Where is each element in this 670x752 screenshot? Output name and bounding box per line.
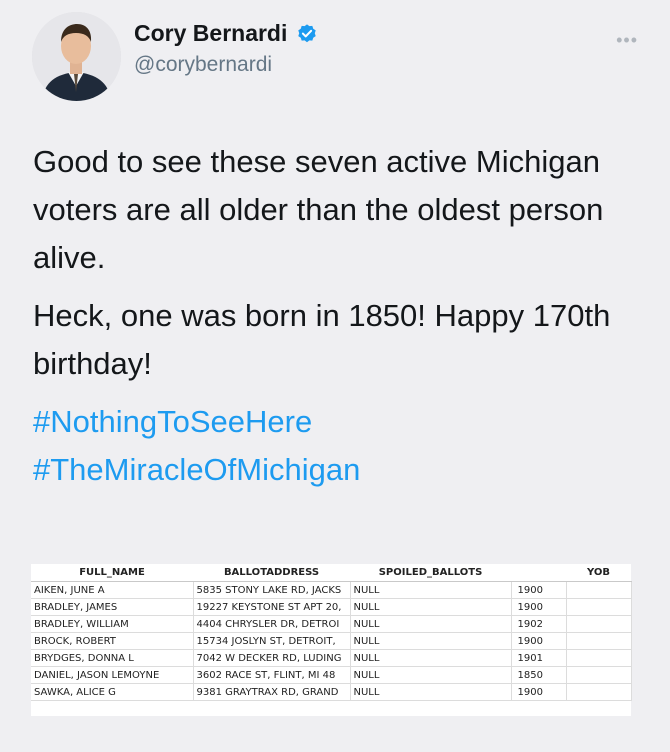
table-row: AIKEN, JUNE A 5835 STONY LAKE RD, JACKS … [31, 581, 632, 599]
tweet-paragraph-1: Good to see these seven active Michigan … [33, 144, 604, 275]
cell-full-name: AIKEN, JUNE A [31, 581, 194, 599]
cell-yob: 1900 [511, 632, 567, 650]
cell-yob: 1901 [511, 649, 567, 667]
cell-spoiled-ballots: NULL [350, 581, 512, 599]
cell-full-name: BRADLEY, JAMES [31, 598, 194, 616]
cell-full-name: SAWKA, ALICE G [31, 683, 194, 701]
cell-full-name: DANIEL, JASON LEMOYNE [31, 666, 194, 684]
author-block: Cory Bernardi @corybernardi [134, 20, 318, 77]
cell-empty [566, 666, 632, 684]
cell-ballot-address: 19227 KEYSTONE ST APT 20, [193, 598, 351, 616]
tweet-header: Cory Bernardi @corybernardi ••• [32, 12, 652, 102]
cell-empty [566, 649, 632, 667]
voter-table: FULL_NAME BALLOTADDRESS SPOILED_BALLOTS … [31, 564, 632, 701]
table-header-row: FULL_NAME BALLOTADDRESS SPOILED_BALLOTS … [31, 564, 631, 582]
cell-ballot-address: 7042 W DECKER RD, LUDING [193, 649, 351, 667]
author-display-name[interactable]: Cory Bernardi [134, 20, 287, 47]
table-row: SAWKA, ALICE G 9381 GRAYTRAX RD, GRAND N… [31, 683, 632, 701]
tweet-paragraph-2: Heck, one was born in 1850! Happy 170th … [33, 298, 611, 381]
cell-spoiled-ballots: NULL [350, 615, 512, 633]
cell-full-name: BRYDGES, DONNA L [31, 649, 194, 667]
more-options-icon[interactable]: ••• [616, 30, 638, 51]
cell-full-name: BRADLEY, WILLIAM [31, 615, 194, 633]
author-handle[interactable]: @corybernardi [134, 53, 318, 77]
cell-empty [566, 632, 632, 650]
voter-table-image: FULL_NAME BALLOTADDRESS SPOILED_BALLOTS … [31, 564, 632, 716]
cell-yob: 1850 [511, 666, 567, 684]
cell-ballot-address: 9381 GRAYTRAX RD, GRAND [193, 683, 351, 701]
avatar[interactable] [32, 12, 121, 101]
table-row: BRYDGES, DONNA L 7042 W DECKER RD, LUDIN… [31, 649, 632, 667]
cell-yob: 1900 [511, 581, 567, 599]
profile-photo-icon [32, 12, 121, 101]
cell-ballot-address: 3602 RACE ST, FLINT, MI 48 [193, 666, 351, 684]
cell-empty [566, 683, 632, 701]
cell-empty [566, 615, 632, 633]
cell-full-name: BROCK, ROBERT [31, 632, 194, 650]
cell-spoiled-ballots: NULL [350, 666, 512, 684]
table-row: DANIEL, JASON LEMOYNE 3602 RACE ST, FLIN… [31, 666, 632, 684]
hashtag-link[interactable]: #NothingToSeeHere [33, 398, 653, 446]
cell-spoiled-ballots: NULL [350, 598, 512, 616]
cell-spoiled-ballots: NULL [350, 649, 512, 667]
cell-yob: 1900 [511, 598, 567, 616]
column-header: BALLOTADDRESS [193, 564, 350, 582]
cell-empty [566, 581, 632, 599]
cell-ballot-address: 4404 CHRYSLER DR, DETROI [193, 615, 351, 633]
hashtag-list: #NothingToSeeHere #TheMiracleOfMichigan [33, 398, 653, 494]
table-row: BRADLEY, WILLIAM 4404 CHRYSLER DR, DETRO… [31, 615, 632, 633]
cell-yob: 1900 [511, 683, 567, 701]
column-header: SPOILED_BALLOTS [350, 564, 511, 582]
table-row: BRADLEY, JAMES 19227 KEYSTONE ST APT 20,… [31, 598, 632, 616]
verified-badge-icon [298, 23, 316, 42]
cell-empty [566, 598, 632, 616]
cell-spoiled-ballots: NULL [350, 683, 512, 701]
column-header [511, 564, 566, 582]
tweet-body: Good to see these seven active Michigan … [33, 138, 653, 494]
column-header: YOB [566, 564, 631, 582]
hashtag-link[interactable]: #TheMiracleOfMichigan [33, 446, 653, 494]
table-row: BROCK, ROBERT 15734 JOSLYN ST, DETROIT, … [31, 632, 632, 650]
cell-ballot-address: 15734 JOSLYN ST, DETROIT, [193, 632, 351, 650]
cell-spoiled-ballots: NULL [350, 632, 512, 650]
column-header: FULL_NAME [31, 564, 193, 582]
cell-ballot-address: 5835 STONY LAKE RD, JACKS [193, 581, 351, 599]
cell-yob: 1902 [511, 615, 567, 633]
